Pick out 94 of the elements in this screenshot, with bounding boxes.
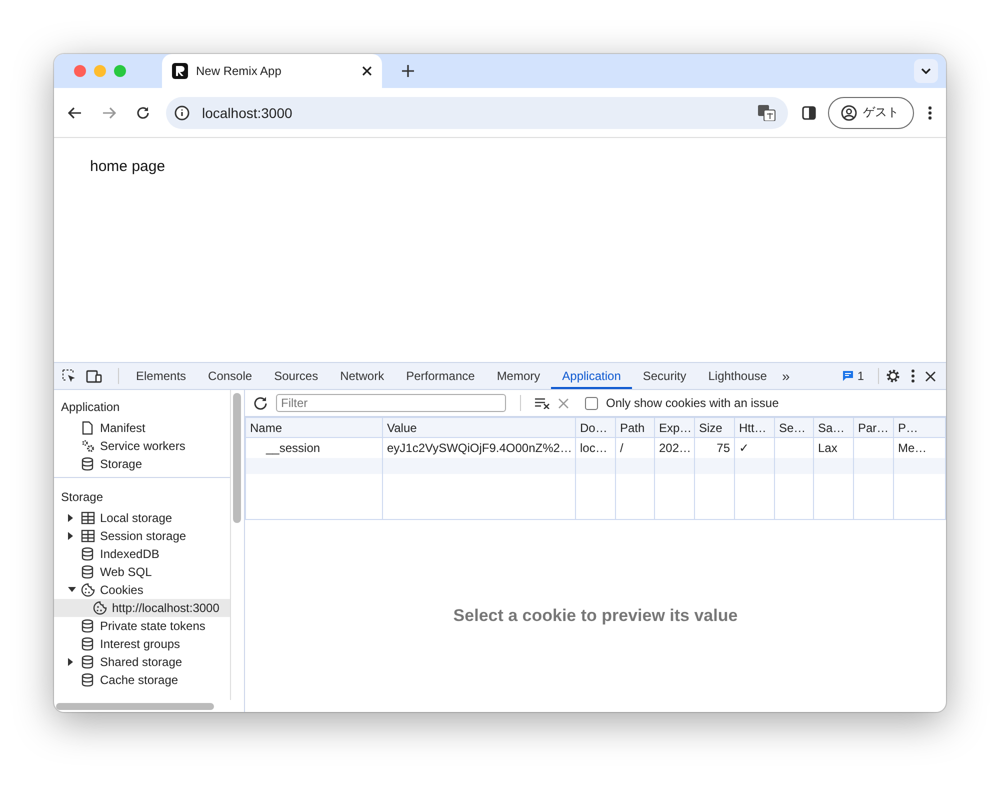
sidebar-item[interactable]: Session storage — [54, 527, 230, 545]
devtools-tab[interactable]: Network — [329, 363, 396, 389]
tab-title: New Remix App — [196, 64, 282, 78]
settings-icon[interactable] — [885, 368, 901, 384]
table-cell: eyJ1c2VySWQiOjF9.4O00nZ%2… — [387, 440, 572, 455]
scrollbar[interactable] — [233, 393, 241, 523]
clear-icon[interactable] — [558, 398, 569, 408]
side-panel-icon[interactable] — [802, 106, 816, 120]
column-header[interactable]: Se… — [774, 418, 814, 438]
sidebar-item[interactable]: Storage — [54, 455, 230, 473]
clear-all-icon[interactable] — [535, 397, 550, 409]
close-icon[interactable] — [925, 370, 936, 382]
column-header[interactable]: Name — [246, 418, 382, 438]
new-tab-icon[interactable] — [402, 65, 414, 77]
reload-icon[interactable] — [136, 106, 150, 120]
gears-icon — [81, 439, 95, 453]
file-icon — [81, 421, 95, 435]
devtools-tab[interactable]: Performance — [395, 363, 486, 389]
table-cell: 202… — [659, 440, 692, 455]
sidebar-item[interactable]: IndexedDB — [54, 545, 230, 563]
refresh-icon[interactable] — [253, 396, 268, 410]
filter-field[interactable]: Filter — [276, 394, 506, 412]
scrollbar[interactable] — [56, 703, 214, 710]
column-header[interactable]: Path — [616, 418, 654, 438]
devtools-tab[interactable]: Application — [551, 363, 632, 389]
column-header[interactable]: Value — [382, 418, 576, 438]
checkbox[interactable] — [585, 396, 598, 410]
table-cell: loc… — [580, 440, 608, 455]
devtools-tab[interactable]: Console — [197, 363, 264, 389]
section-title: Application — [60, 399, 121, 416]
database-icon — [81, 673, 95, 687]
table-cell: 75 — [716, 440, 730, 455]
column-header[interactable]: Htt… — [734, 418, 774, 438]
chevron-icon — [921, 68, 931, 74]
tab-search-button[interactable] — [914, 59, 938, 83]
message-icon — [843, 371, 854, 381]
forward-icon[interactable] — [102, 106, 116, 118]
cookie-icon — [93, 601, 107, 615]
column-header[interactable]: Exp… — [654, 418, 694, 438]
table-cell: Me… — [898, 440, 927, 455]
devtools-tab[interactable]: Sources — [263, 363, 330, 389]
cookie-icon — [81, 583, 95, 597]
more-icon[interactable] — [911, 369, 915, 383]
url-text: localhost:3000 — [202, 104, 292, 120]
devtools-tab[interactable]: Memory — [486, 363, 552, 389]
sidebar-item[interactable]: Service workers — [54, 437, 230, 455]
column-header[interactable]: Par… — [854, 418, 894, 438]
collapse-arrow-icon[interactable] — [68, 586, 76, 594]
issues-button[interactable]: 1 — [843, 369, 864, 383]
sidebar-item[interactable]: Private state tokens — [54, 617, 230, 635]
person-icon — [841, 104, 857, 120]
table-cell: ✓ — [739, 440, 749, 455]
sidebar-item[interactable]: Web SQL — [54, 563, 230, 581]
profile-button[interactable]: ゲスト — [828, 96, 914, 128]
table-icon — [81, 511, 95, 525]
sidebar-item[interactable]: http://localhost:3000 — [54, 599, 230, 617]
database-icon — [81, 547, 95, 561]
database-icon — [81, 457, 95, 471]
device-icon[interactable] — [86, 370, 102, 382]
devtools-tab[interactable]: Elements — [125, 363, 198, 389]
back-icon[interactable] — [68, 106, 82, 118]
database-icon — [81, 565, 95, 579]
section-title: Storage — [60, 489, 104, 506]
more-tabs-button[interactable]: » — [778, 368, 794, 384]
sidebar-item[interactable]: Local storage — [54, 509, 230, 527]
table-icon — [81, 529, 95, 543]
database-icon — [81, 655, 95, 669]
sidebar-item[interactable]: Manifest — [54, 419, 230, 437]
sidebar-item[interactable]: Cookies — [54, 581, 230, 599]
table-cell: __session — [266, 440, 320, 455]
checkbox-label: Only show cookies with an issue — [606, 396, 779, 410]
browser-tab[interactable]: New Remix App — [162, 54, 382, 88]
table-cell: Lax — [818, 440, 838, 455]
inspect-icon[interactable] — [62, 369, 76, 383]
translate-icon[interactable] — [758, 104, 776, 120]
empty-message: Select a cookie to preview its value — [453, 606, 738, 626]
devtools-tab[interactable]: Lighthouse — [697, 363, 778, 389]
devtools-tab[interactable]: Security — [632, 363, 698, 389]
more-icon[interactable] — [928, 106, 932, 120]
close-icon[interactable] — [362, 66, 372, 76]
page-text: home page — [90, 158, 166, 175]
column-header[interactable]: Sa… — [814, 418, 854, 438]
info-icon — [174, 104, 190, 120]
sidebar-item[interactable]: Cache storage — [54, 671, 230, 689]
table-cell: / — [620, 440, 624, 455]
column-header[interactable]: Size — [694, 418, 734, 438]
address-bar[interactable]: localhost:3000 — [166, 96, 788, 128]
column-header[interactable]: Do… — [576, 418, 616, 438]
sidebar-item[interactable]: Interest groups — [54, 635, 230, 653]
database-icon — [81, 637, 95, 651]
column-header[interactable]: P… — [894, 418, 946, 438]
sidebar-item[interactable]: Shared storage — [54, 653, 230, 671]
logo-icon — [172, 63, 188, 79]
database-icon — [81, 619, 95, 633]
